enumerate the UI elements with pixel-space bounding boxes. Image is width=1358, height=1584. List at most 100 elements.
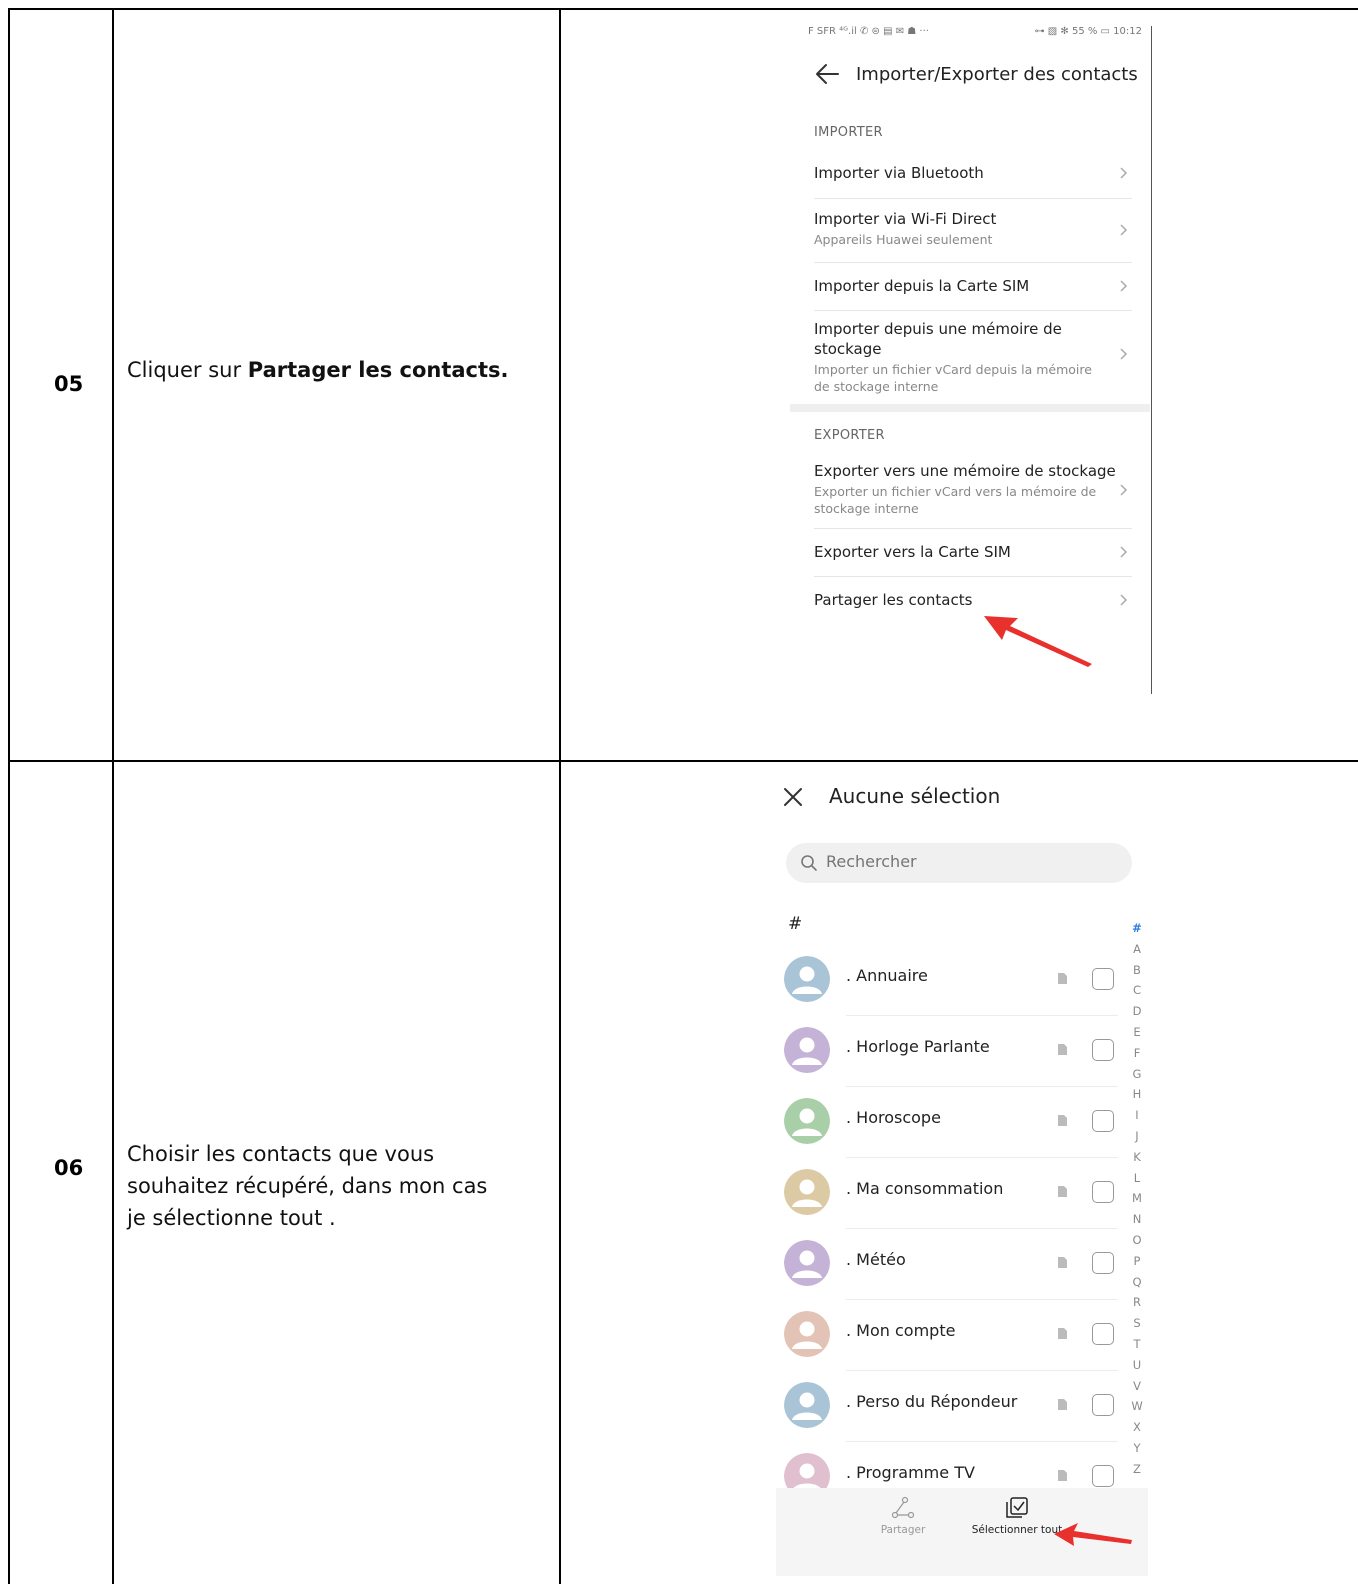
select-all-icon <box>1006 1497 1028 1518</box>
index-letter[interactable]: G <box>1130 1064 1144 1085</box>
step-instruction: Cliquer sur Partager les contacts. <box>127 354 547 386</box>
index-letter[interactable]: Q <box>1130 1272 1144 1293</box>
menu-item-title: Importer via Bluetooth <box>814 164 984 182</box>
avatar-icon <box>784 1027 830 1073</box>
menu-item-export-sim[interactable]: Exporter vers la Carte SIM <box>814 542 1132 562</box>
index-letter[interactable]: A <box>1130 939 1144 960</box>
index-letter[interactable]: N <box>1130 1209 1144 1230</box>
search-bar[interactable] <box>786 843 1132 883</box>
contact-checkbox[interactable] <box>1092 968 1114 990</box>
chevron-right-icon <box>1120 224 1128 236</box>
contact-name: . Météo <box>846 1250 906 1269</box>
instruction-text: Cliquer sur <box>127 358 248 382</box>
menu-item-export-storage[interactable]: Exporter vers une mémoire de stockage Ex… <box>814 461 1132 517</box>
index-letter[interactable]: K <box>1130 1147 1144 1168</box>
divider <box>814 262 1132 263</box>
sim-card-icon <box>1058 1044 1067 1055</box>
step-instruction: Choisir les contacts que vous souhaitez … <box>127 1138 547 1234</box>
index-letter[interactable]: R <box>1130 1292 1144 1313</box>
chevron-right-icon <box>1120 280 1128 292</box>
contact-checkbox[interactable] <box>1092 1394 1114 1416</box>
index-letter[interactable]: M <box>1130 1188 1144 1209</box>
contact-row[interactable]: . Annuaire <box>784 944 1122 1015</box>
search-input[interactable] <box>826 852 1116 871</box>
divider <box>846 1015 1118 1016</box>
divider <box>814 528 1132 529</box>
contact-name: . Mon compte <box>846 1321 956 1340</box>
menu-item-import-storage[interactable]: Importer depuis une mémoire de stockage … <box>814 319 1132 395</box>
index-letter[interactable]: J <box>1130 1126 1144 1147</box>
menu-item-import-sim[interactable]: Importer depuis la Carte SIM <box>814 276 1132 296</box>
index-letter[interactable]: U <box>1130 1355 1144 1376</box>
index-letter[interactable]: S <box>1130 1313 1144 1334</box>
screenshot-import-export: F SFR ⁴ᴳ.il ✆ ⊜ ▤ ✉ ☗ ··· ⊶ ▧ ✻ 55 % ▭ 1… <box>790 22 1152 694</box>
step-number: 06 <box>54 1156 84 1180</box>
avatar-icon <box>784 956 830 1002</box>
contact-row[interactable]: . Horoscope <box>784 1086 1122 1157</box>
chevron-right-icon <box>1120 594 1128 606</box>
divider <box>846 1441 1118 1442</box>
sim-card-icon <box>1058 1115 1067 1126</box>
index-letter[interactable]: F <box>1130 1043 1144 1064</box>
search-icon <box>801 855 817 871</box>
menu-item-import-wifi-direct[interactable]: Importer via Wi-Fi Direct Appareils Huaw… <box>814 209 1132 248</box>
menu-item-subtitle: Importer un fichier vCard depuis la mémo… <box>814 362 1092 394</box>
index-letter[interactable]: X <box>1130 1417 1144 1438</box>
contact-row[interactable]: . Horloge Parlante <box>784 1015 1122 1086</box>
contact-row[interactable]: . Ma consommation <box>784 1157 1122 1228</box>
share-button[interactable]: Partager <box>848 1496 958 1546</box>
share-label: Partager <box>880 1524 926 1536</box>
menu-item-title: Importer depuis une mémoire de stockage <box>814 320 1062 358</box>
contact-name: . Horoscope <box>846 1108 941 1127</box>
sim-card-icon <box>1058 1257 1067 1268</box>
index-letter[interactable]: Z <box>1130 1459 1144 1480</box>
contact-row[interactable]: . Météo <box>784 1228 1122 1299</box>
index-letter[interactable]: B <box>1130 960 1144 981</box>
table-border-top <box>8 8 1358 10</box>
index-letter[interactable]: P <box>1130 1251 1144 1272</box>
contact-checkbox[interactable] <box>1092 1181 1114 1203</box>
divider <box>814 576 1132 577</box>
index-letter[interactable]: W <box>1130 1396 1144 1417</box>
index-letter[interactable]: I <box>1130 1105 1144 1126</box>
index-letter[interactable]: T <box>1130 1334 1144 1355</box>
index-letter[interactable]: L <box>1130 1168 1144 1189</box>
menu-item-share-contacts[interactable]: Partager les contacts <box>814 590 1132 610</box>
contact-checkbox[interactable] <box>1092 1039 1114 1061</box>
avatar-icon <box>784 1382 830 1428</box>
table-col-divider-1 <box>112 8 114 1584</box>
index-letter[interactable]: E <box>1130 1022 1144 1043</box>
sim-card-icon <box>1058 1186 1067 1197</box>
index-letter[interactable]: H <box>1130 1084 1144 1105</box>
sim-card-icon <box>1058 1328 1067 1339</box>
contact-checkbox[interactable] <box>1092 1110 1114 1132</box>
sim-card-icon <box>1058 973 1067 984</box>
section-divider <box>790 404 1150 412</box>
close-icon[interactable] <box>782 786 804 808</box>
contact-checkbox[interactable] <box>1092 1252 1114 1274</box>
contact-checkbox[interactable] <box>1092 1465 1114 1487</box>
back-arrow-icon[interactable] <box>814 62 840 86</box>
index-letter[interactable]: Y <box>1130 1438 1144 1459</box>
index-letter[interactable]: O <box>1130 1230 1144 1251</box>
contact-checkbox[interactable] <box>1092 1323 1114 1345</box>
contact-row[interactable]: . Perso du Répondeur <box>784 1370 1122 1441</box>
index-letter[interactable]: D <box>1130 1001 1144 1022</box>
document-table: 05 Cliquer sur Partager les contacts. 06… <box>8 8 1358 1584</box>
screenshot-contact-selection: Aucune sélection # . Annuaire . Horloge P… <box>776 776 1152 1584</box>
menu-item-import-bluetooth[interactable]: Importer via Bluetooth <box>814 163 1132 183</box>
page-title: Importer/Exporter des contacts <box>856 64 1138 85</box>
menu-item-title: Importer via Wi-Fi Direct <box>814 210 997 228</box>
index-letter[interactable]: V <box>1130 1376 1144 1397</box>
index-letter[interactable]: # <box>1130 918 1144 939</box>
alphabet-index[interactable]: # A B C D E F G H I J K L M N O P Q R S T U V W X Y Z <box>1130 918 1144 1480</box>
divider <box>846 1086 1118 1087</box>
status-right: ⊶ ▧ ✻ 55 % ▭ 10:12 <box>1034 26 1142 37</box>
contact-row[interactable]: . Mon compte <box>784 1299 1122 1370</box>
chevron-right-icon <box>1120 484 1128 496</box>
divider <box>846 1299 1118 1300</box>
screenshot-edge <box>1151 26 1152 694</box>
contact-name: . Annuaire <box>846 966 928 985</box>
index-letter[interactable]: C <box>1130 980 1144 1001</box>
contact-name: . Horloge Parlante <box>846 1037 990 1056</box>
